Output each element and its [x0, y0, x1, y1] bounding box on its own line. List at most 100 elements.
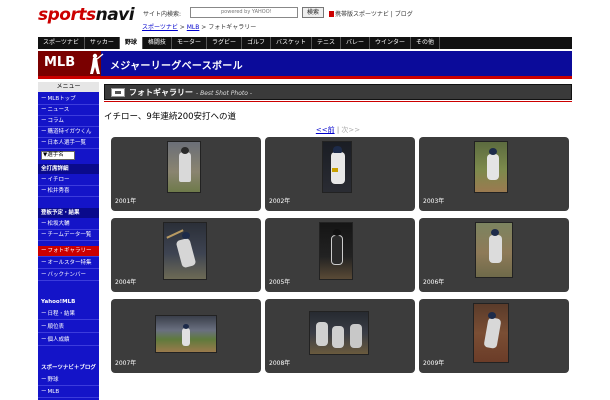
- photo-tile-2002[interactable]: 2002年: [265, 137, 415, 211]
- pager-next-link: 次>>: [341, 126, 361, 134]
- photo-thumbnail[interactable]: [319, 222, 353, 280]
- top-navigation: スポーツナビ サッカー 野球 格闘技 モーター ラグビー ゴルフ バスケット テ…: [38, 37, 572, 49]
- nav-item-soccer[interactable]: サッカー: [85, 37, 120, 49]
- photo-thumbnail[interactable]: [155, 315, 217, 353]
- mlb-logo-box: MLB: [38, 51, 104, 76]
- sidebar-item-special[interactable]: ー購道特イガウくん: [38, 127, 99, 138]
- breadcrumb-separator: >: [177, 24, 187, 31]
- photo-tile-2008[interactable]: 2008年: [265, 299, 415, 373]
- section-header: フォトギャラリー - Best Shot Photo -: [104, 84, 572, 100]
- sidebar-item-label: バックナンバー: [47, 272, 87, 278]
- photo-year-label: 2002年: [269, 198, 291, 205]
- breadcrumb-item-mlb[interactable]: MLB: [187, 24, 200, 31]
- sidebar-item-stats[interactable]: ー個人成績: [38, 335, 99, 346]
- photo-year-label: 2003年: [423, 198, 445, 205]
- photo-thumbnail[interactable]: [163, 222, 207, 280]
- sidebar-item-label: チームデータ一覧: [47, 232, 92, 238]
- sidebar-item-japanese-players[interactable]: ー日本人選手一覧: [38, 138, 99, 149]
- sidebar-item-label: 野球: [47, 377, 59, 383]
- sidebar-item-label: オールスター特集: [47, 260, 92, 266]
- blog-link[interactable]: ブログ: [395, 11, 413, 18]
- sidebar-item-label: ニュース: [47, 107, 70, 113]
- gallery-title: イチロー、9年連続200安打への道: [104, 112, 237, 122]
- nav-item-baseball[interactable]: 野球: [119, 37, 143, 49]
- sidebar-item-standings[interactable]: ー順位表: [38, 322, 99, 333]
- section-subtitle: - Best Shot Photo -: [196, 90, 252, 97]
- sportsnavi-logo[interactable]: sportsnavi: [38, 5, 135, 25]
- photo-thumbnail[interactable]: [309, 311, 369, 355]
- photo-tile-2007[interactable]: 2007年: [111, 299, 261, 373]
- photo-tile-2004[interactable]: 2004年: [111, 218, 261, 292]
- nav-item-motor[interactable]: モーター: [172, 37, 207, 49]
- sidebar-item-backnumber[interactable]: ーバックナンバー: [38, 270, 99, 281]
- nav-item-tennis[interactable]: テニス: [312, 37, 342, 49]
- nav-item-winter[interactable]: ウインター: [370, 37, 412, 49]
- section-divider: [104, 101, 572, 102]
- sidebar-item-team-data[interactable]: ーチームデータ一覧: [38, 230, 99, 241]
- breadcrumb-item-sportsnavi[interactable]: スポーツナビ: [142, 24, 178, 31]
- logo-text-navi: navi: [95, 5, 135, 25]
- sidebar-item-label: 日本人選手一覧: [47, 140, 87, 146]
- nav-item-sportsnavi[interactable]: スポーツナビ: [38, 37, 85, 49]
- sidebar-section-atbats: 全打席詳細: [38, 164, 99, 174]
- nav-item-fighting[interactable]: 格闘技: [143, 37, 172, 49]
- nav-item-volleyball[interactable]: バレー: [341, 37, 371, 49]
- photo-year-label: 2005年: [269, 279, 291, 286]
- nav-item-other[interactable]: その他: [411, 37, 441, 49]
- sidebar-item-blog-mlb[interactable]: ーMLB: [38, 387, 99, 398]
- photo-tile-2003[interactable]: 2003年: [419, 137, 569, 211]
- mobile-site-link[interactable]: 携帯版スポーツナビ | ブログ: [329, 9, 413, 18]
- sidebar-section-schedule: 登板予定・結果: [38, 208, 99, 218]
- photo-thumbnail[interactable]: [167, 141, 201, 193]
- photo-tile-2005[interactable]: 2005年: [265, 218, 415, 292]
- pager: <<前 | 次>>: [104, 125, 572, 135]
- sidebar-item-matsuzaka[interactable]: ー松坂大輔: [38, 219, 99, 230]
- sidebar-item-label: フォトギャラリー: [47, 248, 92, 254]
- sidebar-item-label: 購道特イガウくん: [47, 129, 92, 135]
- sidebar-item-allstar[interactable]: ーオールスター特集: [38, 258, 99, 269]
- sidebar-item-column[interactable]: ーコラム: [38, 116, 99, 127]
- batter-silhouette-icon: [90, 53, 104, 74]
- mlb-logo-text: MLB: [44, 55, 76, 70]
- pager-separator: |: [336, 126, 340, 134]
- sidebar-item-photo-gallery[interactable]: ーフォトギャラリー: [38, 246, 99, 257]
- mobile-phone-icon: [329, 11, 334, 17]
- photo-thumbnail[interactable]: [475, 222, 513, 278]
- sidebar-item-label: 松井秀喜: [47, 188, 70, 194]
- search-button[interactable]: 検索: [302, 7, 324, 18]
- photo-thumbnail[interactable]: [473, 303, 509, 363]
- photo-tile-2001[interactable]: 2001年: [111, 137, 261, 211]
- logo-text-sports: sports: [38, 5, 96, 25]
- sidebar-item-label: MLBトップ: [47, 96, 76, 102]
- photo-year-label: 2001年: [115, 198, 137, 205]
- player-select[interactable]: ▼選手名: [41, 151, 75, 160]
- photo-year-label: 2004年: [115, 279, 137, 286]
- photo-year-label: 2008年: [269, 360, 291, 367]
- breadcrumb-separator: >: [199, 24, 209, 31]
- photo-thumbnail[interactable]: [474, 141, 508, 193]
- sidebar-item-matsui[interactable]: ー松井秀喜: [38, 186, 99, 197]
- sidebar-item-label: 松坂大輔: [47, 221, 70, 227]
- site-header: sportsnavi サイト内検索: powered by YAHOO! 検索 …: [38, 0, 572, 34]
- sidebar-item-ichiro[interactable]: ーイチロー: [38, 175, 99, 186]
- photo-thumbnail[interactable]: [322, 141, 352, 193]
- sidebar-section-yahoo: Yahoo!MLB: [41, 299, 76, 305]
- nav-item-basketball[interactable]: バスケット: [271, 37, 312, 49]
- sidebar-section-blog: スポーツナビ＋ブログ: [41, 365, 96, 371]
- breadcrumb: スポーツナビ > MLB > フォトギャラリー: [142, 22, 256, 31]
- pager-prev-link[interactable]: <<前: [316, 126, 335, 134]
- nav-item-rugby[interactable]: ラグビー: [207, 37, 242, 49]
- photo-tile-2006[interactable]: 2006年: [419, 218, 569, 292]
- mobile-link-label: 携帯版スポーツナビ: [335, 11, 389, 18]
- sidebar-item-schedule-results[interactable]: ー日程・結果: [38, 309, 99, 320]
- sidebar-item-blog-baseball[interactable]: ー野球: [38, 375, 99, 386]
- sidebar-item-news[interactable]: ーニュース: [38, 105, 99, 116]
- sidebar-item-label: イチロー: [47, 177, 70, 183]
- sidebar-item-label: MLB: [47, 389, 60, 395]
- sidebar-item-label: 個人成績: [47, 337, 70, 343]
- nav-item-golf[interactable]: ゴルフ: [242, 37, 271, 49]
- sidebar-item-mlb-top[interactable]: ーMLBトップ: [38, 94, 99, 105]
- search-input[interactable]: powered by YAHOO!: [190, 7, 298, 18]
- photo-tile-2009[interactable]: 2009年: [419, 299, 569, 373]
- photo-year-label: 2007年: [115, 360, 137, 367]
